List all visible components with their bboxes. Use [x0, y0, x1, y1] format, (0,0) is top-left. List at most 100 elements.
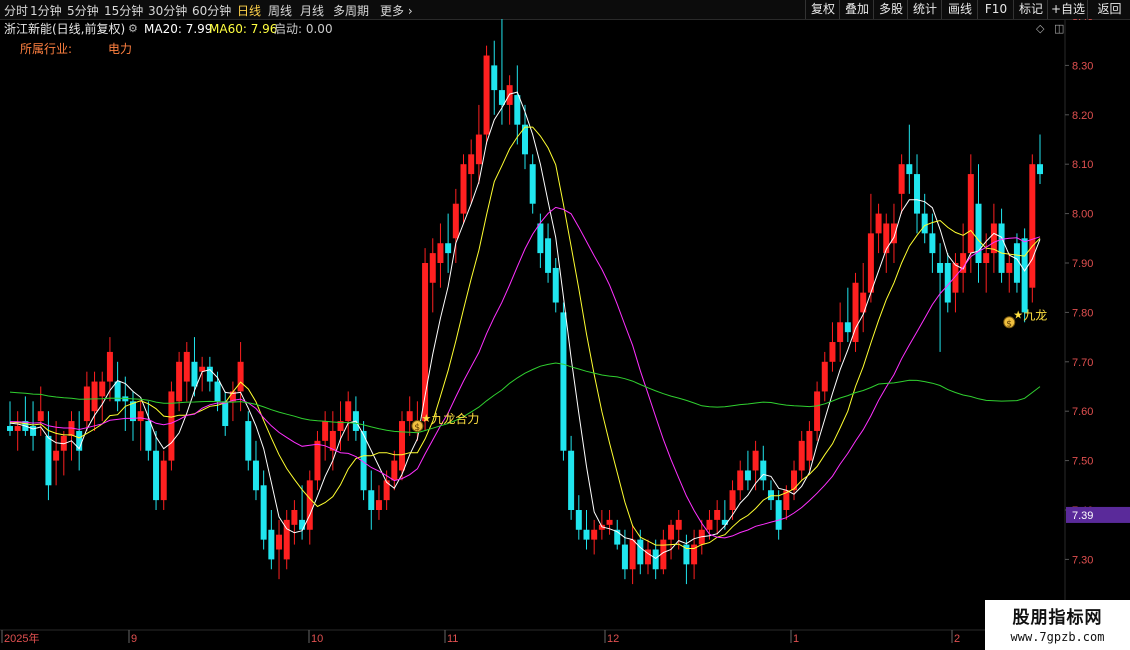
- candle-body: [829, 342, 836, 362]
- candle-body: [983, 253, 990, 263]
- candle-body: [837, 322, 844, 343]
- chevron-right-icon: ›: [407, 4, 413, 18]
- candle-body: [514, 95, 521, 125]
- candle-body: [291, 510, 298, 525]
- candle-body: [737, 470, 744, 491]
- period-tab-60min[interactable]: 60分钟: [192, 2, 231, 19]
- candle-body: [675, 519, 682, 530]
- add-watchlist-button[interactable]: +自选: [1047, 0, 1088, 19]
- candle-body: [260, 485, 267, 540]
- candle-body: [714, 510, 721, 520]
- candle-body: [183, 351, 190, 382]
- candle-body: [252, 460, 259, 491]
- candle-body: [268, 529, 275, 560]
- tongji-button[interactable]: 统计: [907, 0, 942, 19]
- fuquan-button[interactable]: 复权: [805, 0, 840, 19]
- candle-body: [821, 361, 828, 392]
- candle-body: [375, 500, 382, 510]
- candle-body: [552, 267, 559, 303]
- y-tick-label: 7.50: [1072, 456, 1093, 468]
- candle-body: [1037, 164, 1043, 175]
- candle-body: [560, 312, 567, 451]
- candle-body: [767, 490, 774, 501]
- y-tick-label: 8.40: [1072, 19, 1093, 23]
- candle-body: [545, 238, 552, 273]
- candle-body: [668, 524, 675, 540]
- y-tick-label: 8.20: [1072, 110, 1093, 122]
- x-tick-label: 12: [607, 633, 619, 645]
- x-tick-label: 2: [954, 633, 960, 645]
- candle-body: [537, 223, 544, 254]
- candle-body: [621, 544, 628, 570]
- huaxian-button[interactable]: 画线: [941, 0, 978, 19]
- candle-body: [345, 401, 352, 422]
- period-tab-more[interactable]: 更多 ›: [380, 2, 413, 19]
- candlestick-chart[interactable]: 8.40 8.30 8.20 8.10 8.00 7.90 7.80 7.70 7.60 7.50…: [0, 19, 1130, 650]
- period-tab-daily[interactable]: 日线: [237, 2, 261, 19]
- candle-body: [583, 529, 590, 540]
- candle-body: [921, 213, 928, 234]
- back-button[interactable]: 返回: [1087, 0, 1130, 19]
- candle-body: [237, 361, 244, 392]
- candle-body: [99, 381, 106, 397]
- candle-body: [798, 440, 805, 471]
- candle-body: [844, 322, 851, 333]
- period-tab-30min[interactable]: 30分钟: [148, 2, 187, 19]
- candle-body: [45, 435, 52, 486]
- candle-body: [299, 519, 306, 530]
- candle-body: [245, 421, 252, 461]
- x-tick-label: 1: [793, 633, 799, 645]
- period-tab-5min[interactable]: 5分钟: [67, 2, 99, 19]
- candle-body: [752, 450, 759, 471]
- candle-body: [83, 386, 90, 422]
- signal-jiulong-label: 九龙: [1023, 308, 1047, 322]
- candle-body: [322, 421, 329, 441]
- y-tick-label: 7.90: [1072, 258, 1093, 270]
- candle-body: [276, 534, 283, 550]
- period-tab-multi[interactable]: 多周期: [333, 2, 369, 19]
- candle-body: [137, 411, 144, 422]
- signal-jiulong-coin-glyph: $: [1006, 319, 1012, 329]
- period-tab-15min[interactable]: 15分钟: [104, 2, 143, 19]
- candle-body: [314, 440, 321, 481]
- candle-body: [437, 243, 444, 263]
- candle-body: [176, 361, 183, 402]
- candle-body: [975, 203, 982, 263]
- x-tick-label: 2025年: [4, 631, 39, 645]
- period-tab-weekly[interactable]: 周线: [268, 2, 292, 19]
- signal-jiulong-heli-coin-glyph: $: [414, 423, 420, 433]
- candle-body: [744, 470, 751, 481]
- y-tick-label: 7.80: [1072, 307, 1093, 319]
- y-tick-label: 7.60: [1072, 406, 1093, 418]
- signal-jiulong-star-icon: ★: [1013, 308, 1023, 321]
- period-tab-monthly[interactable]: 月线: [300, 2, 324, 19]
- watermark-logo: 股朋指标网 www.7gpzb.com: [985, 600, 1130, 650]
- candle-body: [445, 243, 452, 254]
- y-tick-label: 8.10: [1072, 159, 1093, 171]
- candle-body: [1006, 263, 1013, 273]
- candle-body: [145, 421, 152, 451]
- duogu-button[interactable]: 多股: [873, 0, 908, 19]
- candle-body: [491, 65, 498, 91]
- candle-body: [452, 203, 459, 239]
- x-tick-label: 9: [131, 633, 137, 645]
- biaoji-button[interactable]: 标记: [1013, 0, 1048, 19]
- candle-body: [875, 213, 882, 234]
- candle-body: [106, 351, 113, 382]
- ma60-line: [9, 362, 1041, 434]
- candle-body: [222, 401, 229, 427]
- candle-body: [591, 529, 598, 540]
- candle-body: [706, 519, 713, 530]
- candle-body: [483, 55, 490, 135]
- y-tick-label: 7.70: [1072, 357, 1093, 369]
- top-toolbar: 分时 1分钟 5分钟 15分钟 30分钟 60分钟 日线 周线 月线 多周期 更…: [0, 0, 1130, 20]
- candle-body: [30, 426, 37, 436]
- signal-jiulong-heli-label: 九龙合力: [431, 411, 479, 426]
- candle-body: [952, 263, 959, 293]
- candle-body: [575, 510, 582, 530]
- period-tab-1min[interactable]: 1分钟: [30, 2, 62, 19]
- f10-button[interactable]: F10: [977, 0, 1014, 19]
- candle-body: [399, 421, 406, 471]
- period-tab-fenshi[interactable]: 分时: [4, 2, 28, 19]
- diejia-button[interactable]: 叠加: [839, 0, 874, 19]
